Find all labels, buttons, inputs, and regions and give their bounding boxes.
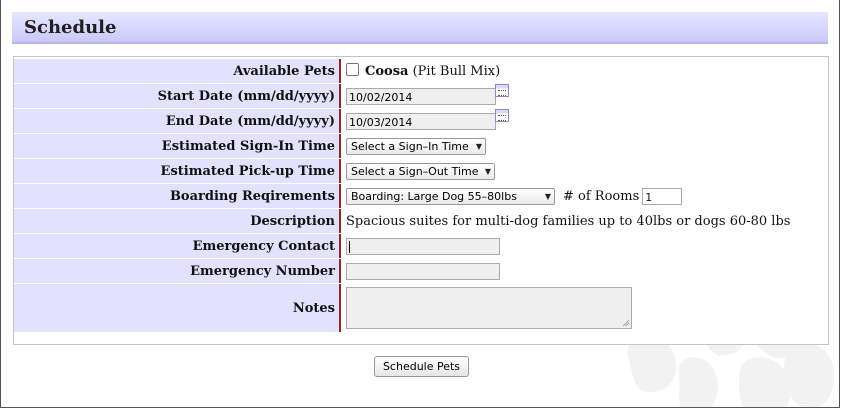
description-text: Spacious suites for multi-dog families u…	[346, 213, 791, 229]
available-pets-label: Available Pets	[14, 59, 341, 83]
boarding-select[interactable]: Boarding: Large Dog 55–80lbs ▼	[346, 187, 555, 205]
emergency-contact-label: Emergency Contact	[14, 234, 341, 258]
description-label: Description	[14, 209, 341, 233]
schedule-pets-button[interactable]: Schedule Pets	[374, 356, 469, 377]
sign-in-selected: Select a Sign–In Time	[351, 139, 469, 153]
rooms-input[interactable]: 1	[642, 187, 683, 205]
end-date-label: End Date (mm/dd/yyyy)	[14, 109, 341, 133]
row-sign-in: Estimated Sign-In Time Select a Sign–In …	[14, 134, 828, 158]
row-emergency-number: Emergency Number	[14, 259, 828, 283]
notes-label: Notes	[14, 284, 341, 332]
sign-in-label: Estimated Sign-In Time	[14, 134, 341, 158]
chevron-down-icon: ▼	[544, 191, 551, 201]
emergency-number-label: Emergency Number	[14, 259, 341, 283]
schedule-panel: Schedule Available Pets Coosa (Pit Bull …	[0, 0, 840, 408]
end-date-input[interactable]: 10/03/2014	[346, 112, 496, 130]
chevron-down-icon: ▼	[475, 141, 482, 151]
row-emergency-contact: Emergency Contact	[14, 234, 828, 258]
resize-grip-icon[interactable]	[622, 319, 629, 326]
section-header: Schedule	[12, 12, 828, 44]
pick-up-label: Estimated Pick-up Time	[14, 159, 341, 183]
emergency-contact-input[interactable]	[346, 237, 500, 255]
notes-textarea[interactable]	[346, 287, 632, 329]
page-title: Schedule	[24, 17, 117, 38]
row-boarding: Boarding Reqirements Boarding: Large Dog…	[14, 184, 828, 208]
start-date-input[interactable]: 10/02/2014	[346, 87, 496, 105]
boarding-label: Boarding Reqirements	[14, 184, 341, 208]
pick-up-selected: Select a Sign–Out Time	[351, 164, 479, 178]
pet-breed: (Pit Bull Mix)	[412, 64, 501, 79]
pet-name: Coosa	[365, 64, 409, 79]
row-description: Description Spacious suites for multi-do…	[14, 209, 828, 233]
sign-in-select[interactable]: Select a Sign–In Time ▼	[346, 137, 486, 155]
row-end-date: End Date (mm/dd/yyyy) 10/03/2014	[14, 108, 828, 133]
row-available-pets: Available Pets Coosa (Pit Bull Mix)	[14, 59, 828, 83]
row-start-date: Start Date (mm/dd/yyyy) 10/02/2014	[14, 83, 828, 108]
row-notes: Notes	[14, 284, 828, 332]
pet-checkbox[interactable]	[346, 63, 359, 76]
calendar-icon[interactable]	[495, 83, 509, 97]
rooms-label: # of Rooms	[563, 188, 640, 204]
pick-up-select[interactable]: Select a Sign–Out Time ▼	[346, 162, 495, 180]
start-date-label: Start Date (mm/dd/yyyy)	[14, 84, 341, 108]
emergency-number-input[interactable]	[346, 262, 500, 280]
row-pick-up: Estimated Pick-up Time Select a Sign–Out…	[14, 159, 828, 183]
chevron-down-icon: ▼	[484, 166, 491, 176]
boarding-selected: Boarding: Large Dog 55–80lbs	[351, 189, 517, 203]
schedule-form: Available Pets Coosa (Pit Bull Mix) Star…	[13, 56, 829, 345]
text-cursor	[349, 240, 350, 253]
calendar-icon[interactable]	[495, 108, 509, 122]
